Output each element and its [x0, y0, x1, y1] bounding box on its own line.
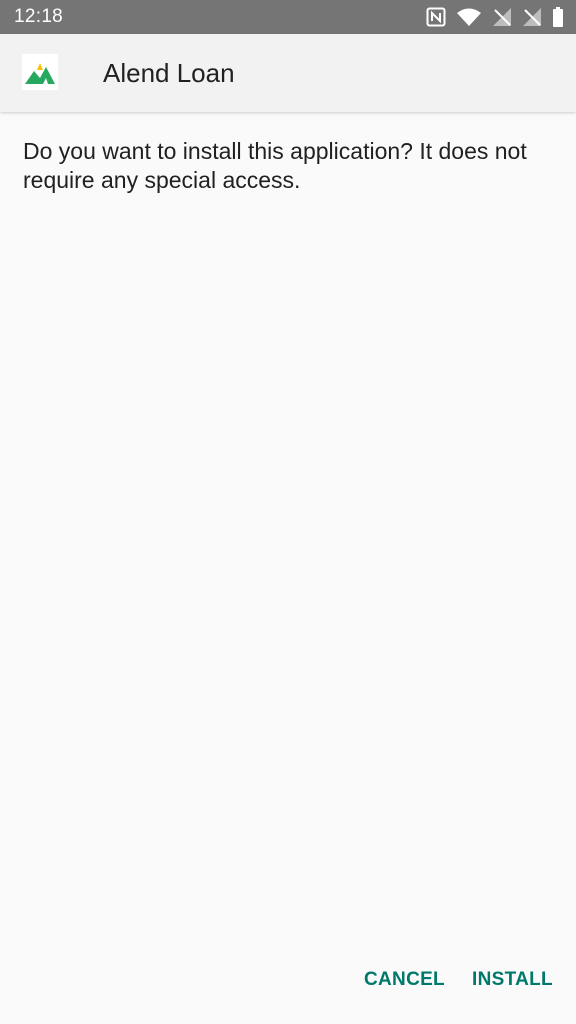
status-bar: 12:18 [0, 0, 576, 34]
install-message: Do you want to install this application?… [23, 138, 527, 193]
alend-loan-logo-icon [22, 54, 58, 90]
install-button[interactable]: INSTALL [472, 962, 553, 998]
cancel-button[interactable]: CANCEL [364, 962, 445, 998]
signal-off-icon [492, 7, 512, 27]
battery-icon [552, 7, 564, 27]
wifi-icon [456, 7, 482, 27]
app-name: Alend Loan [103, 58, 235, 88]
status-icons [426, 6, 564, 28]
app-header: Alend Loan [0, 34, 576, 112]
signal-off-icon [522, 7, 542, 27]
nfc-icon [426, 7, 446, 27]
status-time: 12:18 [14, 6, 64, 27]
